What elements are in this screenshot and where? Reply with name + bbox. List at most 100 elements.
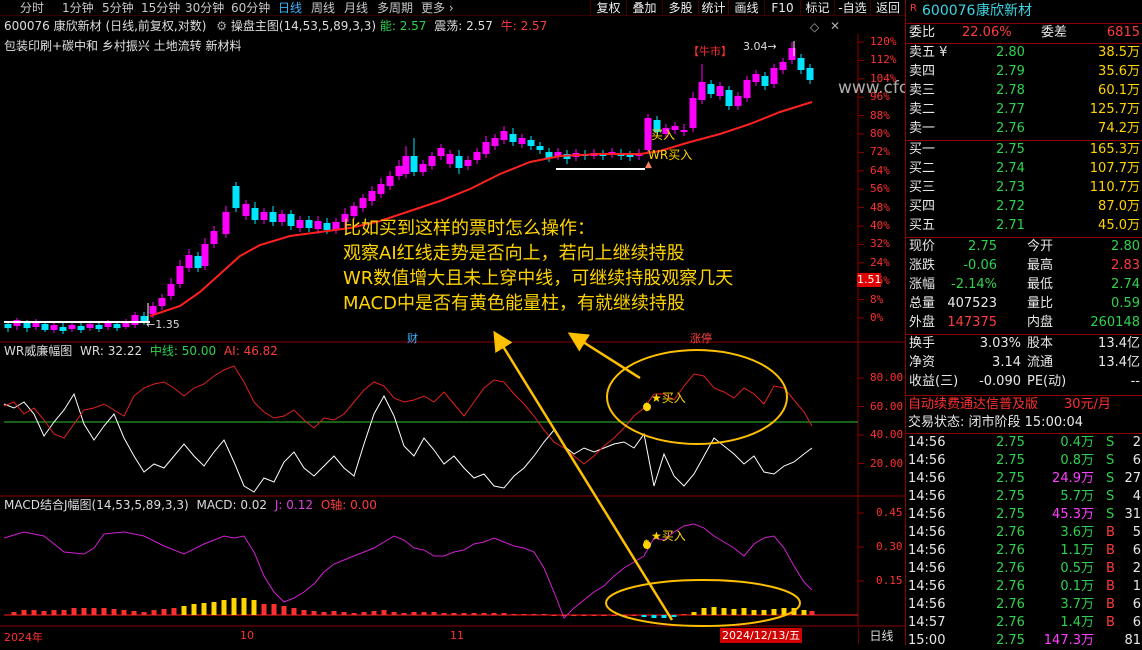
y-tick-label: 20.00 xyxy=(870,456,904,470)
ask-row[interactable]: 卖三 2.78 60.1万 xyxy=(906,82,1142,100)
stat-row[interactable]: 涨跌 -0.06 最高 2.83 xyxy=(906,257,1142,275)
candle-body xyxy=(437,148,445,156)
bid-row[interactable]: 买四 2.72 87.0万 xyxy=(906,198,1142,216)
period-monthly[interactable]: 月线 xyxy=(344,0,368,16)
tick-row[interactable]: 14:56 2.75 24.9万 S 27 xyxy=(906,470,1142,488)
y-tick-label: 104% xyxy=(870,71,897,85)
candle-body xyxy=(428,156,436,166)
stat-row[interactable]: 现价 2.75 今开 2.80 xyxy=(906,238,1142,256)
stat-value: 2.75 xyxy=(968,239,997,254)
close-icon[interactable]: ✕ xyxy=(830,19,840,33)
candle-body xyxy=(455,156,463,168)
macd-title[interactable]: MACD结合J幅图(14,53,5,89,3,3) xyxy=(4,498,189,512)
stat-value: -- xyxy=(1130,374,1140,389)
triangle-icon: ▲ xyxy=(645,160,652,170)
indicator-name[interactable]: 操盘主图(14,53,5,89,3,3) xyxy=(231,19,376,33)
candle-body xyxy=(260,212,268,220)
period-daily[interactable]: 日线 xyxy=(278,0,302,16)
finance-marker[interactable]: 财 xyxy=(407,330,418,346)
tick-price: 2.75 xyxy=(996,507,1025,522)
diamond-icon[interactable]: ◇ xyxy=(810,20,819,34)
macd-bar xyxy=(281,606,287,615)
tick-direction: S xyxy=(1106,507,1115,522)
ask-row[interactable]: 卖二 2.77 125.7万 xyxy=(906,101,1142,119)
ask-row[interactable]: 卖五 ¥ 2.80 38.5万 xyxy=(906,44,1142,62)
promo-row[interactable]: 自动续费通达信普及版 30元/月 xyxy=(906,396,1142,414)
ask-label: 卖二 xyxy=(909,102,936,117)
tick-time: 14:56 xyxy=(908,543,946,558)
candle-body xyxy=(377,184,385,194)
period-more[interactable]: 更多 › xyxy=(421,0,454,16)
bid-row[interactable]: 买一 2.75 165.3万 xyxy=(906,141,1142,159)
back-button[interactable]: 返回 xyxy=(870,0,905,16)
macd-bar xyxy=(531,614,537,615)
buy-signal-label: 买入 xyxy=(651,128,676,142)
tick-row[interactable]: 14:56 2.75 5.7万 S 4 xyxy=(906,488,1142,506)
stat-label: 今开 xyxy=(1027,239,1054,254)
wr-buy-signal-label: WR买入 xyxy=(648,148,693,162)
candle-body xyxy=(491,138,499,146)
quote-name[interactable]: 康欣新材 xyxy=(976,0,1032,22)
candle-body xyxy=(41,324,49,330)
macd-bar xyxy=(221,600,227,615)
tick-row[interactable]: 14:56 2.75 0.8万 S 6 xyxy=(906,452,1142,470)
tick-row[interactable]: 14:56 2.75 0.4万 S 2 xyxy=(906,434,1142,452)
ask-row[interactable]: 卖四 2.79 35.6万 xyxy=(906,63,1142,81)
chart-canvas[interactable] xyxy=(0,16,905,645)
y-tick-label: 8% xyxy=(870,292,884,306)
tick-row[interactable]: 14:57 2.76 1.4万 B 6 xyxy=(906,614,1142,632)
tick-count: 6 xyxy=(1132,597,1141,612)
stat-row[interactable]: 总量 407523 量比 0.59 xyxy=(906,295,1142,313)
limit-up-marker[interactable]: 涨停 xyxy=(690,330,712,346)
macd-j-line xyxy=(3,523,813,619)
period-15min[interactable]: 15分钟 xyxy=(141,0,180,16)
y-tick-label: 60.00 xyxy=(870,399,904,413)
ask-row[interactable]: 卖一 2.76 74.2万 xyxy=(906,120,1142,138)
watchlist-button[interactable]: -自选 xyxy=(834,0,870,16)
stat-row[interactable]: 换手 3.03% 股本 13.4亿 xyxy=(906,335,1142,353)
stat-row[interactable]: 外盘 147375 内盘 260148 xyxy=(906,314,1142,332)
period-fenshi[interactable]: 分时 xyxy=(20,0,44,16)
macd-bar xyxy=(511,614,517,615)
period-switch-button[interactable]: 日线 xyxy=(858,628,904,644)
stat-row[interactable]: 涨幅 -2.14% 最低 2.74 xyxy=(906,276,1142,294)
tick-row[interactable]: 14:56 2.75 45.3万 S 31 xyxy=(906,506,1142,524)
period-30min[interactable]: 30分钟 xyxy=(185,0,224,16)
y-tick-label: 112% xyxy=(870,53,897,67)
tick-row[interactable]: 15:00 2.75 147.3万 81 xyxy=(906,632,1142,650)
bid-row[interactable]: 买五 2.71 45.0万 xyxy=(906,217,1142,235)
date-cursor-box: 2024/12/13/五 xyxy=(720,628,803,643)
tick-count: 2 xyxy=(1132,435,1141,450)
settings-icon[interactable]: ⚙ xyxy=(216,19,227,33)
period-weekly[interactable]: 周线 xyxy=(311,0,335,16)
candle-body xyxy=(395,166,403,176)
mark-button[interactable]: 标记 xyxy=(800,0,834,16)
tick-row[interactable]: 14:56 2.76 1.1万 B 6 xyxy=(906,542,1142,560)
overlay-button[interactable]: 叠加 xyxy=(626,0,662,16)
tick-time: 14:56 xyxy=(908,435,946,450)
tick-row[interactable]: 14:56 2.76 0.5万 B 2 xyxy=(906,560,1142,578)
period-multi[interactable]: 多周期 xyxy=(377,0,413,16)
f10-button[interactable]: F10 xyxy=(764,0,800,16)
tick-row[interactable]: 14:56 2.76 0.1万 B 1 xyxy=(906,578,1142,596)
tick-volume: 5.7万 xyxy=(1060,489,1094,504)
period-60min[interactable]: 60分钟 xyxy=(231,0,270,16)
multi-stock-button[interactable]: 多股 xyxy=(662,0,698,16)
period-5min[interactable]: 5分钟 xyxy=(102,0,134,16)
wr-title[interactable]: WR威廉幅图 xyxy=(4,344,72,358)
weicha-label: 委差 xyxy=(1041,25,1068,40)
stats-button[interactable]: 统计 xyxy=(698,0,728,16)
stat-row[interactable]: 收益(三) -0.090 PE(动) -- xyxy=(906,373,1142,391)
period-1min[interactable]: 1分钟 xyxy=(62,0,94,16)
draw-line-button[interactable]: 画线 xyxy=(728,0,764,16)
y-tick-label: 56% xyxy=(870,182,890,196)
fuquan-button[interactable]: 复权 xyxy=(590,0,626,16)
tick-row[interactable]: 14:56 2.76 3.6万 B 5 xyxy=(906,524,1142,542)
bid-row[interactable]: 买二 2.74 107.7万 xyxy=(906,160,1142,178)
stat-row[interactable]: 净资 3.14 流通 13.4亿 xyxy=(906,354,1142,372)
tick-row[interactable]: 14:56 2.76 3.7万 B 6 xyxy=(906,596,1142,614)
macd-bar xyxy=(31,610,37,615)
candle-body xyxy=(251,208,259,220)
stat-value: 13.4亿 xyxy=(1098,355,1140,370)
bid-row[interactable]: 买三 2.73 110.7万 xyxy=(906,179,1142,197)
